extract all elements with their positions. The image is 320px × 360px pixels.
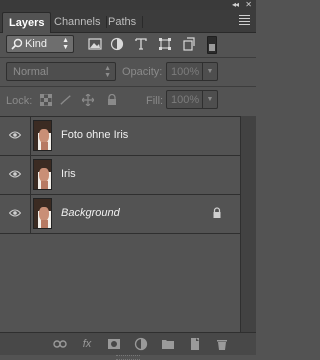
smart-object-filter-icon[interactable]	[182, 37, 196, 51]
filter-toggle-switch[interactable]	[207, 36, 217, 54]
layer-thumbnail	[33, 120, 52, 151]
filter-kind-label: Kind	[25, 38, 48, 50]
lock-position-icon[interactable]	[82, 94, 94, 106]
type-filter-icon[interactable]	[134, 37, 148, 51]
opacity-label: Opacity:	[122, 66, 163, 78]
lock-all-icon[interactable]	[106, 94, 118, 106]
chevron-updown-icon: ▲ ▼	[104, 65, 111, 79]
close-panel-icon[interactable]: ✕	[245, 0, 252, 10]
tab-paths[interactable]: Paths	[102, 12, 144, 32]
filter-kind-dropdown[interactable]: Kind ▲ ▼	[6, 35, 74, 53]
layers-list: Foto ohne Iris Iris Background	[0, 116, 240, 333]
layer-name[interactable]: Background	[61, 207, 120, 219]
layers-scrollbar[interactable]	[240, 116, 256, 332]
layer-filter-row: Kind ▲ ▼	[0, 33, 256, 57]
eye-icon	[9, 209, 21, 217]
lock-label: Lock:	[6, 95, 33, 107]
fill-value: 100%	[171, 94, 200, 106]
visibility-toggle[interactable]	[0, 117, 31, 155]
chevron-down-icon[interactable]: ▼	[202, 63, 217, 80]
visibility-toggle[interactable]	[0, 195, 31, 233]
layer-name[interactable]: Iris	[61, 168, 76, 180]
link-layers-icon[interactable]	[53, 337, 67, 351]
adjustment-layer-icon[interactable]	[134, 337, 148, 351]
add-mask-icon[interactable]	[107, 337, 121, 351]
lock-transparent-pixels-icon[interactable]	[40, 94, 52, 106]
opacity-value: 100%	[171, 66, 200, 78]
tab-channels[interactable]: Channels	[48, 12, 108, 32]
blend-mode-value: Normal	[13, 66, 49, 78]
eye-icon	[9, 170, 21, 178]
tab-channels-label: Channels	[54, 16, 101, 28]
panel-menu-icon[interactable]	[239, 15, 250, 25]
eye-icon	[9, 131, 21, 139]
panel-tab-bar: Layers Channels Paths	[0, 10, 256, 33]
search-icon	[11, 38, 23, 50]
chevron-updown-icon: ▲ ▼	[62, 37, 69, 51]
layer-name[interactable]: Foto ohne Iris	[61, 129, 128, 141]
new-layer-icon[interactable]	[188, 337, 202, 351]
panel-title-bar: ◂◂ ✕	[0, 0, 256, 10]
fill-field[interactable]: 100% ▼	[166, 90, 218, 109]
layer-row[interactable]: Iris	[0, 156, 240, 195]
adjustment-filter-icon[interactable]	[110, 37, 124, 51]
layer-row[interactable]: Background	[0, 195, 240, 234]
chevron-down-icon[interactable]: ▼	[202, 91, 217, 108]
pixel-filter-icon[interactable]	[88, 37, 102, 51]
layer-lock-icon	[213, 207, 221, 218]
lock-row: Lock: Fill: 100% ▼	[0, 88, 256, 112]
tab-layers[interactable]: Layers	[2, 12, 52, 33]
layers-footer-toolbar: fx	[0, 332, 256, 355]
layer-thumbnail	[33, 159, 52, 190]
tab-paths-label: Paths	[108, 16, 137, 28]
blend-mode-dropdown[interactable]: Normal ▲ ▼	[6, 62, 116, 81]
lock-image-pixels-icon[interactable]	[60, 94, 72, 106]
layer-row[interactable]: Foto ohne Iris	[0, 117, 240, 156]
delete-layer-icon[interactable]	[215, 337, 229, 351]
fill-label: Fill:	[146, 95, 164, 107]
opacity-field[interactable]: 100% ▼	[166, 62, 218, 81]
fx-icon[interactable]: fx	[80, 337, 94, 351]
blend-row: Normal ▲ ▼ Opacity: 100% ▼	[0, 60, 256, 84]
layer-thumbnail	[33, 198, 52, 229]
collapse-panel-icon[interactable]: ◂◂	[232, 0, 239, 10]
visibility-toggle[interactable]	[0, 156, 31, 194]
shape-filter-icon[interactable]	[158, 37, 172, 51]
resize-grip[interactable]	[116, 355, 140, 360]
new-group-icon[interactable]	[161, 337, 175, 351]
